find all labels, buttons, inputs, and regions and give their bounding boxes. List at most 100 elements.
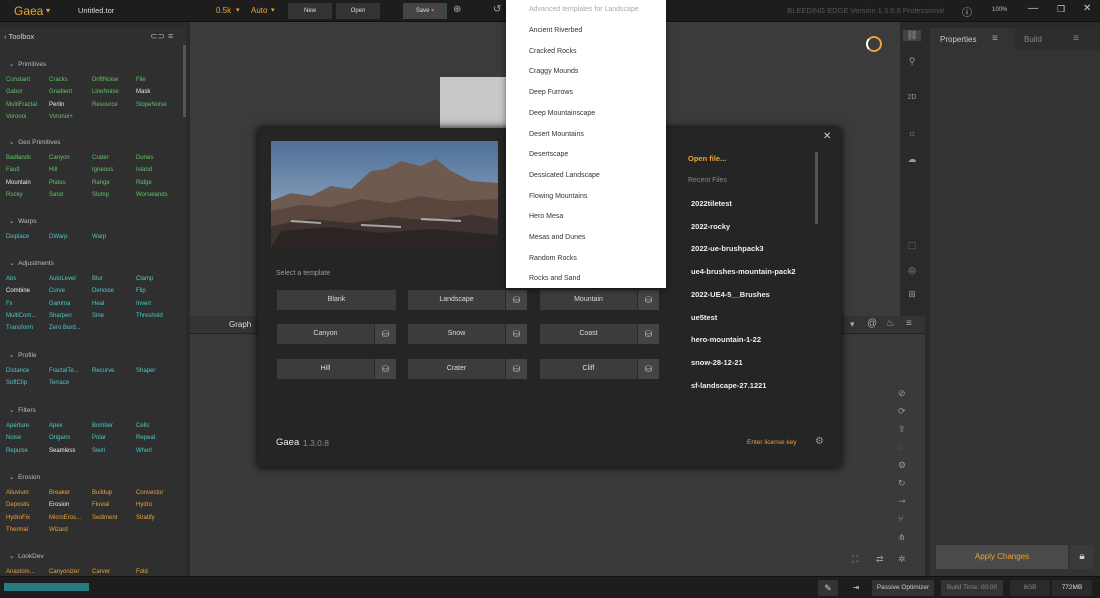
tool-node[interactable]: Sediment [92, 515, 117, 521]
tool-node[interactable]: Origami [49, 435, 70, 441]
graph-menu-icon[interactable]: ≡ [906, 318, 912, 329]
tool-node[interactable]: MultiFractal [6, 102, 37, 108]
tool-node[interactable]: Mask [136, 89, 150, 95]
tool-node[interactable]: Abs [6, 276, 16, 282]
build-menu-icon[interactable]: ≡ [1073, 33, 1079, 44]
passive-optimizer[interactable]: Passive Optimizer [872, 580, 934, 596]
tool-node[interactable]: Fold [136, 569, 148, 575]
properties-menu-icon[interactable]: ≡ [992, 33, 998, 44]
recent-file-item[interactable]: ue4-brushes-mountain-pack2 [691, 267, 796, 276]
template-advanced-icon[interactable]: ⛁ [637, 290, 659, 310]
minimize-icon[interactable]: — [1028, 3, 1038, 14]
template-button[interactable]: Hill [277, 359, 374, 379]
tool-node[interactable]: Badlands [6, 155, 31, 161]
tool-node[interactable]: Repeat [136, 435, 155, 441]
open-button[interactable]: Open [336, 3, 380, 19]
link-icon[interactable]: ⛓ [903, 30, 921, 41]
recent-file-item[interactable]: 2022-rocky [691, 222, 730, 231]
tool-node[interactable]: Deposits [6, 502, 29, 508]
tool-node[interactable]: Heal [92, 301, 104, 307]
settings-gear-icon[interactable]: ⚙ [815, 436, 824, 447]
tool-node[interactable]: Curve [49, 288, 65, 294]
lock-icon[interactable]: 🔒︎ [1070, 545, 1094, 569]
template-button[interactable]: Crater [408, 359, 505, 379]
dropdown-item[interactable]: Ancient Riverbed [529, 27, 582, 34]
tool-node[interactable]: Seamless [49, 448, 75, 454]
tool-node[interactable]: AutoLevel [49, 276, 76, 282]
tool-node[interactable]: Gradient [49, 89, 72, 95]
recent-file-item[interactable]: ue5test [691, 313, 717, 322]
pen-icon[interactable]: ✎ [818, 580, 838, 596]
tool-node[interactable]: DWarp [49, 234, 67, 240]
tool-node[interactable]: Sine [92, 313, 104, 319]
tool-node[interactable]: LineNoise [92, 89, 119, 95]
disable-icon[interactable]: ⊘ [898, 388, 906, 399]
tool-node[interactable]: Terrace [49, 380, 69, 386]
tool-node[interactable]: Fault [6, 167, 19, 173]
tool-node[interactable]: SlopeNoise [136, 102, 167, 108]
dropdown-item[interactable]: Deep Furrows [529, 89, 573, 96]
dropdown-item[interactable]: Craggy Mounds [529, 68, 578, 75]
toggle-icon[interactable]: ⊂⊃ [150, 31, 165, 42]
template-advanced-icon[interactable]: ⛁ [505, 324, 527, 344]
tool-node[interactable]: Canyon [49, 155, 70, 161]
tool-node[interactable]: Rocky [6, 192, 23, 198]
tool-node[interactable]: Whorl [136, 448, 152, 454]
tool-node[interactable]: Transform [6, 325, 33, 331]
toolbox-section-header[interactable]: ⌄ LookDev [9, 552, 44, 560]
node-icon[interactable]: ◌ [898, 442, 903, 452]
view-2d-button[interactable]: 2D [903, 94, 921, 101]
tool-node[interactable]: Denoise [92, 288, 114, 294]
new-button[interactable]: New [288, 3, 332, 19]
toolbox-section-header[interactable]: ⌄ Adjustments [9, 259, 54, 267]
zoom-level[interactable]: 100% [992, 7, 1007, 13]
tool-node[interactable]: Hydro [136, 502, 152, 508]
fit-icon[interactable]: ⛶ [852, 554, 858, 565]
target-icon[interactable]: @ [867, 318, 877, 329]
gear-icon[interactable]: ⚙ [898, 460, 906, 471]
dropdown-item[interactable]: Dessicated Landscape [529, 172, 600, 179]
tool-node[interactable]: Anastom... [6, 569, 35, 575]
recent-file-item[interactable]: snow-28-12-21 [691, 358, 743, 367]
tool-node[interactable]: Noise [6, 435, 21, 441]
dropdown-item[interactable]: Desert Mountains [529, 131, 584, 138]
tool-node[interactable]: Apex [49, 423, 63, 429]
tool-node[interactable]: Clamp [136, 276, 153, 282]
tool-node[interactable]: FractalTe... [49, 368, 79, 374]
tool-node[interactable]: Breaker [49, 490, 70, 496]
toolbox-section-header[interactable]: ⌄ Primitives [9, 60, 46, 68]
frame-icon[interactable]: ⬚ [903, 240, 921, 251]
tool-node[interactable]: Range [92, 180, 110, 186]
tool-node[interactable]: Island [136, 167, 152, 173]
tool-node[interactable]: Threshold [136, 313, 163, 319]
tab-properties[interactable]: Properties [940, 35, 976, 44]
export-icon[interactable]: ⇪ [898, 424, 906, 435]
tool-node[interactable]: Recurve [92, 368, 114, 374]
recent-file-item[interactable]: 2022tiletest [691, 199, 732, 208]
tool-node[interactable]: Gamma [49, 301, 70, 307]
tool-node[interactable]: Flip [136, 288, 146, 294]
tool-node[interactable]: Zero Bord... [49, 325, 81, 331]
apply-changes-button[interactable]: Apply Changes [936, 545, 1068, 569]
dialog-close-icon[interactable]: ✕ [823, 131, 831, 142]
template-advanced-icon[interactable]: ⛁ [505, 359, 527, 379]
recent-file-item[interactable]: hero-mountain-1-22 [691, 335, 761, 344]
template-advanced-icon[interactable]: ⛁ [637, 359, 659, 379]
auto-chevron-icon[interactable]: ▾ [271, 6, 275, 14]
template-advanced-icon[interactable]: ⛁ [505, 290, 527, 310]
resolution-chevron-icon[interactable]: ▾ [236, 6, 240, 14]
tool-node[interactable]: SoftClip [6, 380, 27, 386]
template-advanced-icon[interactable]: ⛁ [374, 324, 396, 344]
toolbox-section-header[interactable]: ⌄ Geo Primitives [9, 138, 60, 146]
save-button[interactable]: Save ▾ [403, 3, 447, 19]
tool-node[interactable]: Warp [92, 234, 106, 240]
graph-chevron-icon[interactable]: ▾ [850, 319, 855, 330]
tool-node[interactable]: Convector [136, 490, 163, 496]
tool-node[interactable]: Erosion [49, 502, 69, 508]
fire-icon[interactable]: ♨ [886, 318, 895, 329]
tool-node[interactable]: Voronoi [6, 114, 26, 120]
tool-node[interactable]: Voronoi+ [49, 114, 73, 120]
tool-node[interactable]: Cells [136, 423, 149, 429]
template-button[interactable]: Blank [277, 290, 396, 310]
tab-build[interactable]: Build [1024, 35, 1042, 44]
